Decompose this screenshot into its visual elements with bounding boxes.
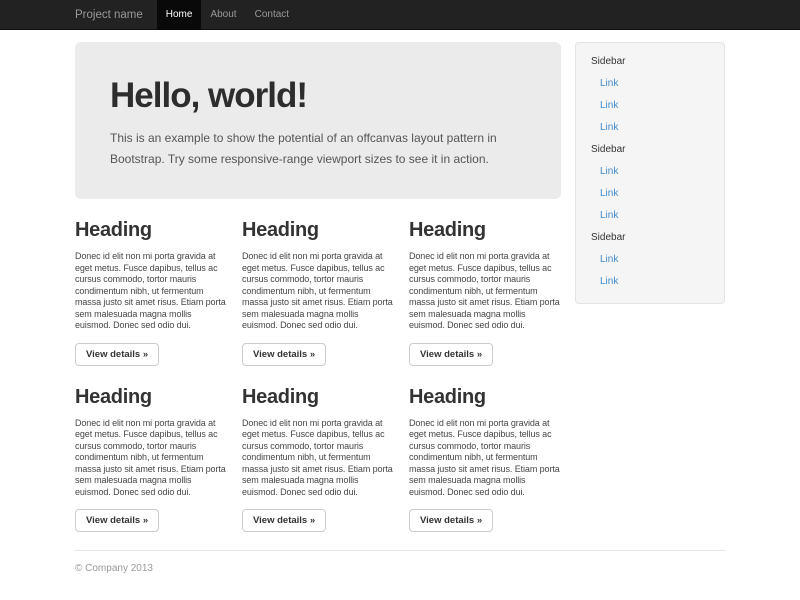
sidebar-link[interactable]: Link <box>591 95 709 117</box>
sidebar-link[interactable]: Link <box>591 205 709 227</box>
card: Heading Donec id elit non mi porta gravi… <box>242 372 394 533</box>
view-details-button[interactable]: View details » <box>242 509 326 532</box>
view-details-button[interactable]: View details » <box>409 343 493 366</box>
card: Heading Donec id elit non mi porta gravi… <box>75 205 227 366</box>
sidebar-group-3: Sidebar Link Link <box>591 227 709 293</box>
card: Heading Donec id elit non mi porta gravi… <box>409 205 561 366</box>
sidebar-group-title: Sidebar <box>591 227 709 249</box>
sidebar-group-title: Sidebar <box>591 51 709 73</box>
card-heading: Heading <box>75 386 227 409</box>
card-body-text: Donec id elit non mi porta gravida at eg… <box>409 418 561 499</box>
page-title: Hello, world! <box>110 76 526 116</box>
sidebar-link[interactable]: Link <box>591 249 709 271</box>
card-body-text: Donec id elit non mi porta gravida at eg… <box>409 251 561 332</box>
card-body-text: Donec id elit non mi porta gravida at eg… <box>242 418 394 499</box>
jumbotron: Hello, world! This is an example to show… <box>75 42 561 199</box>
card-heading: Heading <box>75 219 227 242</box>
card-heading: Heading <box>409 386 561 409</box>
sidebar-link[interactable]: Link <box>591 73 709 95</box>
view-details-button[interactable]: View details » <box>242 343 326 366</box>
nav-item-contact[interactable]: Contact <box>246 0 298 30</box>
footer: © Company 2013 <box>75 550 725 574</box>
card: Heading Donec id elit non mi porta gravi… <box>409 372 561 533</box>
card-body-text: Donec id elit non mi porta gravida at eg… <box>242 251 394 332</box>
jumbotron-text: This is an example to show the potential… <box>110 128 526 169</box>
navbar-brand[interactable]: Project name <box>75 0 143 30</box>
card-heading: Heading <box>409 219 561 242</box>
sidebar-group-2: Sidebar Link Link Link <box>591 139 709 227</box>
sidebar-link[interactable]: Link <box>591 183 709 205</box>
nav-item-home[interactable]: Home <box>157 0 202 30</box>
navbar: Project name Home About Contact <box>0 0 800 30</box>
card: Heading Donec id elit non mi porta gravi… <box>242 205 394 366</box>
nav-item-about[interactable]: About <box>201 0 245 30</box>
footer-divider <box>75 550 725 551</box>
card-body-text: Donec id elit non mi porta gravida at eg… <box>75 418 227 499</box>
content-row: Hello, world! This is an example to show… <box>75 30 725 532</box>
page-container: Hello, world! This is an example to show… <box>60 30 740 574</box>
card-body-text: Donec id elit non mi porta gravida at eg… <box>75 251 227 332</box>
main-content: Hello, world! This is an example to show… <box>75 42 561 532</box>
sidebar-group-1: Sidebar Link Link Link <box>591 51 709 139</box>
cards-row-2: Heading Donec id elit non mi porta gravi… <box>75 372 561 533</box>
sidebar-link[interactable]: Link <box>591 271 709 293</box>
sidebar-group-title: Sidebar <box>591 139 709 161</box>
card-heading: Heading <box>242 219 394 242</box>
cards-row-1: Heading Donec id elit non mi porta gravi… <box>75 205 561 366</box>
sidebar-link[interactable]: Link <box>591 161 709 183</box>
navbar-container: Project name Home About Contact <box>60 0 740 30</box>
card: Heading Donec id elit non mi porta gravi… <box>75 372 227 533</box>
sidebar: Sidebar Link Link Link Sidebar Link Link… <box>575 42 725 304</box>
view-details-button[interactable]: View details » <box>75 509 159 532</box>
card-heading: Heading <box>242 386 394 409</box>
sidebar-link[interactable]: Link <box>591 117 709 139</box>
copyright-text: © Company 2013 <box>75 563 725 574</box>
view-details-button[interactable]: View details » <box>75 343 159 366</box>
view-details-button[interactable]: View details » <box>409 509 493 532</box>
